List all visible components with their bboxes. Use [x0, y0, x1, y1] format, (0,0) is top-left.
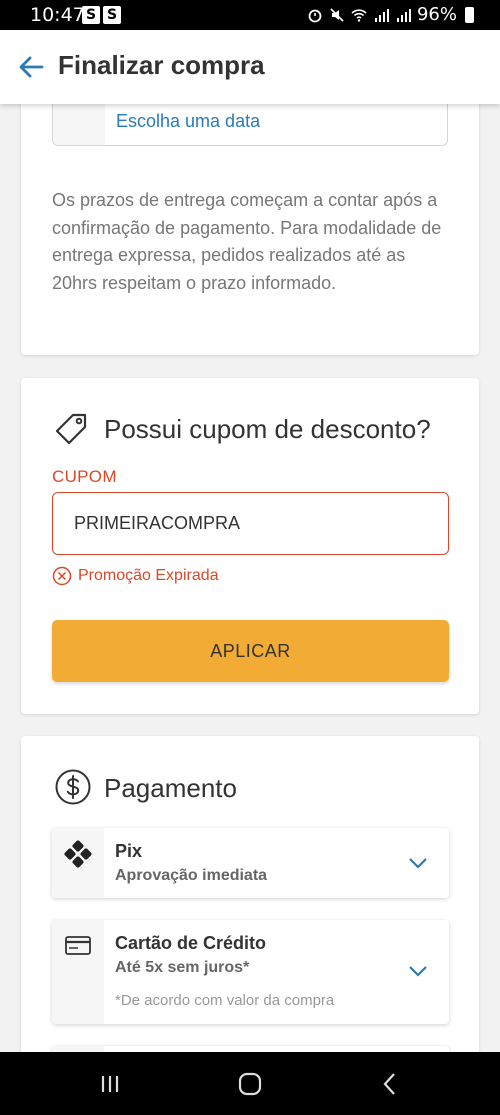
- notification-badge: S: [82, 6, 100, 24]
- alarm-icon: [308, 9, 322, 22]
- dollar-circle-icon: [55, 769, 91, 805]
- delivery-card: Escolha uma data Os prazos de entrega co…: [21, 80, 479, 355]
- signal-icon: [374, 8, 389, 22]
- payment-option-subtitle: Até 5x sem juros*: [115, 959, 250, 976]
- battery-icon: [465, 6, 474, 23]
- system-nav-bar: [0, 1052, 500, 1115]
- payment-card: Pagamento Pix Aprovação imediata Cartão …: [21, 736, 479, 1076]
- coupon-label: CUPOM: [52, 467, 117, 486]
- status-time: 10:47: [30, 4, 85, 26]
- chevron-down-icon[interactable]: [407, 960, 429, 982]
- recent-apps-icon[interactable]: [96, 1070, 124, 1098]
- payment-option-pix[interactable]: Pix Aprovação imediata: [52, 828, 449, 898]
- payment-option-subtitle: Aprovação imediata: [115, 867, 268, 884]
- payment-option-title: Cartão de Crédito: [115, 933, 267, 953]
- credit-card-icon: [65, 936, 91, 955]
- apply-coupon-button[interactable]: APLICAR: [52, 620, 449, 682]
- battery-percent: 96%: [416, 4, 457, 25]
- tag-icon: [55, 413, 87, 445]
- chevron-down-icon[interactable]: [407, 852, 429, 874]
- nav-back-icon[interactable]: [376, 1070, 404, 1098]
- notification-badge: S: [103, 6, 121, 24]
- status-bar: 10:47 S S 96%: [0, 0, 500, 30]
- coupon-input[interactable]: [52, 492, 449, 555]
- coupon-error: Promoção Expirada: [52, 566, 219, 586]
- home-icon[interactable]: [236, 1070, 264, 1098]
- coupon-title: Possui cupom de desconto?: [104, 414, 431, 444]
- choose-date-link[interactable]: Escolha uma data: [116, 111, 260, 132]
- pix-icon: [64, 840, 92, 868]
- coupon-error-text: Promoção Expirada: [78, 567, 219, 584]
- payment-title: Pagamento: [104, 773, 237, 803]
- payment-option-credit-card[interactable]: Cartão de Crédito Até 5x sem juros* *De …: [52, 920, 449, 1024]
- wifi-icon: [351, 8, 367, 22]
- coupon-card: Possui cupom de desconto? CUPOM Promoção…: [21, 378, 479, 714]
- arrow-left-icon[interactable]: [16, 52, 46, 82]
- app-bar: Finalizar compra: [0, 30, 500, 104]
- mute-icon: [330, 7, 344, 22]
- payment-option-title: Pix: [115, 841, 143, 861]
- error-circle-icon: [52, 566, 72, 586]
- delivery-notice: Os prazos de entrega começam a contar ap…: [52, 190, 442, 293]
- page-title: Finalizar compra: [58, 50, 265, 80]
- signal-icon: [396, 8, 411, 22]
- payment-option-note: *De acordo com valor da compra: [115, 992, 335, 1009]
